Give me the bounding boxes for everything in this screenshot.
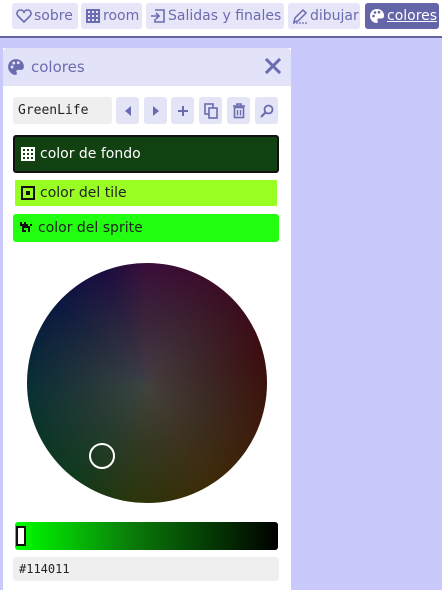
- color-wheel-marker[interactable]: [89, 443, 115, 469]
- tab-salidas[interactable]: Salidas y finales: [146, 3, 284, 29]
- background-color-label: color de fondo: [40, 146, 141, 162]
- brightness-slider-handle[interactable]: [16, 526, 26, 546]
- tab-colores[interactable]: colores: [365, 3, 439, 29]
- grid-icon: [86, 9, 100, 23]
- color-wheel[interactable]: [27, 263, 267, 503]
- arrow-left-icon: [124, 105, 131, 116]
- exit-icon: [151, 9, 165, 23]
- tab-dibujar-label: dibujar: [310, 8, 359, 24]
- sprite-icon: [20, 222, 32, 232]
- tab-dibujar[interactable]: dibujar: [288, 3, 360, 29]
- tab-salidas-label: Salidas y finales: [168, 8, 282, 24]
- tab-sobre[interactable]: sobre: [12, 3, 78, 29]
- close-icon[interactable]: [265, 58, 281, 74]
- colors-panel: colores GreenLife color de fondo color d…: [3, 48, 291, 590]
- brightness-slider[interactable]: [15, 522, 278, 550]
- add-palette-button[interactable]: [171, 97, 194, 124]
- sprite-color-slot[interactable]: color del sprite: [13, 214, 279, 242]
- tile-icon: [21, 186, 35, 200]
- delete-palette-button[interactable]: [227, 97, 250, 124]
- palette-icon: [370, 9, 384, 23]
- duplicate-palette-button[interactable]: [199, 97, 222, 124]
- plus-icon: [177, 105, 188, 116]
- next-palette-button[interactable]: [144, 97, 167, 124]
- grid-icon: [21, 147, 35, 161]
- heart-icon: [16, 9, 32, 24]
- hex-color-field[interactable]: #114011: [13, 557, 279, 581]
- tile-color-label: color del tile: [40, 185, 127, 201]
- palette-icon: [8, 59, 24, 75]
- panel-header: colores: [3, 48, 291, 86]
- prev-palette-button[interactable]: [116, 97, 139, 124]
- tab-room-label: room: [103, 8, 140, 24]
- top-nav: sobre room Salidas y finales dibujar col…: [0, 0, 442, 38]
- color-wheel-center: [27, 263, 267, 503]
- trash-icon: [232, 102, 245, 118]
- palette-name-field[interactable]: GreenLife: [13, 97, 112, 124]
- tile-color-slot[interactable]: color del tile: [13, 178, 279, 208]
- tab-room[interactable]: room: [81, 3, 142, 29]
- sprite-color-label: color del sprite: [38, 220, 143, 236]
- background-color-slot[interactable]: color de fondo: [13, 135, 279, 173]
- panel-title: colores: [31, 58, 85, 76]
- search-icon: [259, 104, 273, 118]
- tab-colores-label: colores: [387, 8, 438, 24]
- pencil-icon: [292, 8, 308, 24]
- arrow-right-icon: [152, 105, 159, 116]
- search-palette-button[interactable]: [255, 97, 278, 124]
- tab-sobre-label: sobre: [34, 8, 73, 24]
- copy-icon: [203, 102, 218, 119]
